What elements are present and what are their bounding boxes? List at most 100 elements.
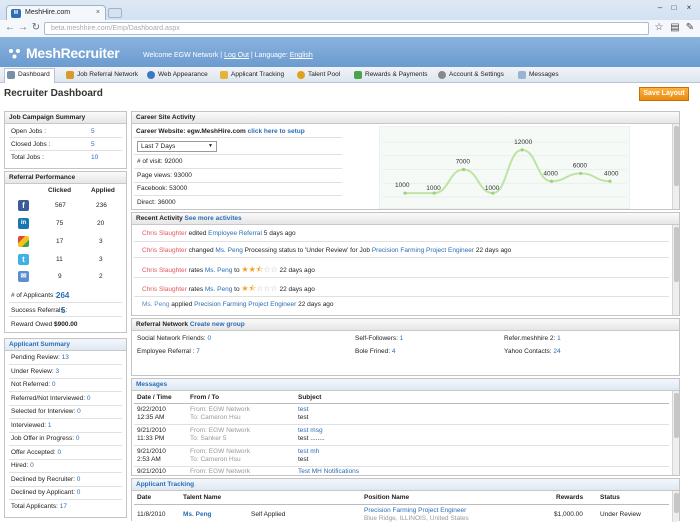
group-count[interactable]: 1 xyxy=(557,335,561,342)
activity-link[interactable]: Employee Referral xyxy=(208,230,262,237)
summary-value[interactable]: 0 xyxy=(77,489,81,496)
star-rating: ★★⯪☆☆ xyxy=(241,265,277,274)
direct-stat: Direct: 36000 xyxy=(137,199,176,206)
browser-toolbar: M MeshHire.com × – □ × ← → ↻ beta.meshhi… xyxy=(0,0,700,37)
welcome-text: Welcome EGW Network xyxy=(143,52,219,59)
tab-account-settings[interactable]: Account & Settings xyxy=(436,69,504,81)
activity-link[interactable]: Precision Farming Project Engineer xyxy=(194,301,296,308)
maximize-icon[interactable]: □ xyxy=(668,3,680,13)
browser-tab[interactable]: M MeshHire.com × xyxy=(6,5,106,20)
chart-point[interactable] xyxy=(461,167,466,172)
msg-subject[interactable]: test mh xyxy=(298,448,319,455)
summary-value[interactable]: 0 xyxy=(58,449,62,456)
closed-jobs-value[interactable]: 5 xyxy=(91,141,95,148)
tab-dashboard[interactable]: Dashboard xyxy=(4,68,55,83)
tab-label: Account & Settings xyxy=(449,71,504,78)
tracking-scrollbar[interactable] xyxy=(672,491,679,522)
star-empty-icon: ☆ xyxy=(263,284,271,293)
panel-title[interactable]: Messages xyxy=(132,379,679,391)
activity-link[interactable]: Ms. Peng xyxy=(215,247,242,254)
group-count[interactable]: 1 xyxy=(400,335,404,342)
group-count[interactable]: 24 xyxy=(553,348,560,355)
close-window-icon[interactable]: × xyxy=(683,3,695,13)
see-more-link[interactable]: See more activites xyxy=(185,215,242,222)
activity-link[interactable]: Ms. Peng xyxy=(205,286,232,293)
summary-value[interactable]: 0 xyxy=(30,462,34,469)
summary-label: Pending Review: xyxy=(11,354,60,361)
new-tab-button[interactable] xyxy=(108,8,122,18)
msg-from: From: EGW Network xyxy=(190,406,250,413)
panel-title[interactable]: Applicant Summary xyxy=(5,339,126,351)
twitter-clicked: 11 xyxy=(56,256,63,263)
tab-job-referral-network[interactable]: Job Referral Network xyxy=(64,69,138,81)
chart-point[interactable] xyxy=(579,171,583,176)
summary-value[interactable]: 13 xyxy=(62,354,69,361)
track-position[interactable]: Precision Farming Project Engineer xyxy=(364,507,466,514)
save-layout-button[interactable]: Save Layout xyxy=(639,87,689,101)
msg-subject[interactable]: test xyxy=(298,406,308,413)
msg-subject[interactable]: test msg xyxy=(298,427,323,434)
chart-point[interactable] xyxy=(403,191,407,195)
tab-messages[interactable]: Messages xyxy=(516,69,559,81)
reward-owed-value: $900.00 xyxy=(54,321,78,328)
minimize-icon[interactable]: – xyxy=(654,3,666,13)
msg-from: From: EGW Network xyxy=(190,468,250,475)
activity-actor[interactable]: Ms. Peng xyxy=(142,301,169,308)
logo[interactable]: MeshRecruiter xyxy=(8,45,120,61)
activity-actor[interactable]: Chris Slaughter xyxy=(142,247,187,254)
track-talent-name[interactable]: Ms. Peng xyxy=(183,511,212,518)
summary-value[interactable]: 0 xyxy=(76,435,80,442)
summary-value[interactable]: 3 xyxy=(55,368,59,375)
summary-value[interactable]: 17 xyxy=(60,503,67,510)
chart-point[interactable] xyxy=(549,179,554,183)
date-range-select[interactable]: Last 7 Days ▼ xyxy=(137,141,217,152)
setup-link[interactable]: click here to setup xyxy=(248,128,305,135)
group-count[interactable]: 7 xyxy=(196,348,200,355)
bookmark-star-icon[interactable]: ☆ xyxy=(653,22,665,34)
activity-scrollbar[interactable] xyxy=(672,225,679,315)
summary-row: Hired: 0 xyxy=(11,462,34,469)
panel-title[interactable]: Applicant Tracking xyxy=(132,479,679,491)
total-jobs-value[interactable]: 10 xyxy=(91,154,98,161)
create-group-link[interactable]: Create new group xyxy=(190,321,245,328)
messages-scrollbar[interactable] xyxy=(672,391,679,475)
success-referrals-value[interactable]: 5 xyxy=(61,306,65,315)
summary-value[interactable]: 1 xyxy=(48,422,52,429)
back-icon[interactable]: ← xyxy=(4,22,16,34)
applicant-summary-panel: Applicant Summary Pending Review: 13 Und… xyxy=(4,338,127,518)
summary-value[interactable]: 0 xyxy=(77,476,81,483)
num-applicants-value[interactable]: 264 xyxy=(56,291,69,300)
tab-applicant-tracking[interactable]: Applicant Tracking xyxy=(218,69,284,81)
tab-web-appearance[interactable]: Web Appearance xyxy=(145,69,208,81)
summary-value[interactable]: 0 xyxy=(77,408,81,415)
activity-actor[interactable]: Chris Slaughter xyxy=(142,286,187,293)
activity-actor[interactable]: Chris Slaughter xyxy=(142,267,187,274)
chart-point[interactable] xyxy=(520,148,524,152)
summary-value[interactable]: 0 xyxy=(87,395,91,402)
email-clicked: 9 xyxy=(58,273,62,280)
page-menu-icon[interactable]: ▤ xyxy=(669,22,681,34)
group-count[interactable]: 0 xyxy=(207,335,211,342)
career-site-panel: Career Site Activity Career Website: egw… xyxy=(131,111,680,210)
wrench-icon[interactable]: ✎ xyxy=(684,22,696,34)
msg-subject[interactable]: Test MH Notifications xyxy=(298,468,359,475)
summary-label: Referred/Not Interviewed: xyxy=(11,395,86,402)
address-bar[interactable]: beta.meshhire.com/Emp/Dashboard.aspx xyxy=(44,22,649,35)
activity-actor[interactable]: Chris Slaughter xyxy=(142,230,187,237)
logout-link[interactable]: Log Out xyxy=(224,52,249,59)
summary-value[interactable]: 0 xyxy=(52,381,56,388)
close-tab-icon[interactable]: × xyxy=(96,6,100,20)
career-scrollbar[interactable] xyxy=(672,124,679,209)
tab-rewards-payments[interactable]: Rewards & Payments xyxy=(352,69,428,81)
activity-text: Processing status to 'Under Review' for … xyxy=(244,247,370,254)
group-count[interactable]: 4 xyxy=(392,348,396,355)
open-jobs-value[interactable]: 5 xyxy=(91,128,95,135)
activity-link[interactable]: Ms. Peng xyxy=(205,267,232,274)
reload-icon[interactable]: ↻ xyxy=(30,22,42,34)
tab-label: Applicant Tracking xyxy=(231,71,285,78)
language-link[interactable]: English xyxy=(290,52,313,59)
activity-job-link[interactable]: Precision Farming Project Engineer xyxy=(372,247,474,254)
tab-talent-pool[interactable]: Talent Pool xyxy=(295,69,340,81)
forward-icon[interactable]: → xyxy=(17,22,29,34)
chart-point[interactable] xyxy=(608,179,612,183)
